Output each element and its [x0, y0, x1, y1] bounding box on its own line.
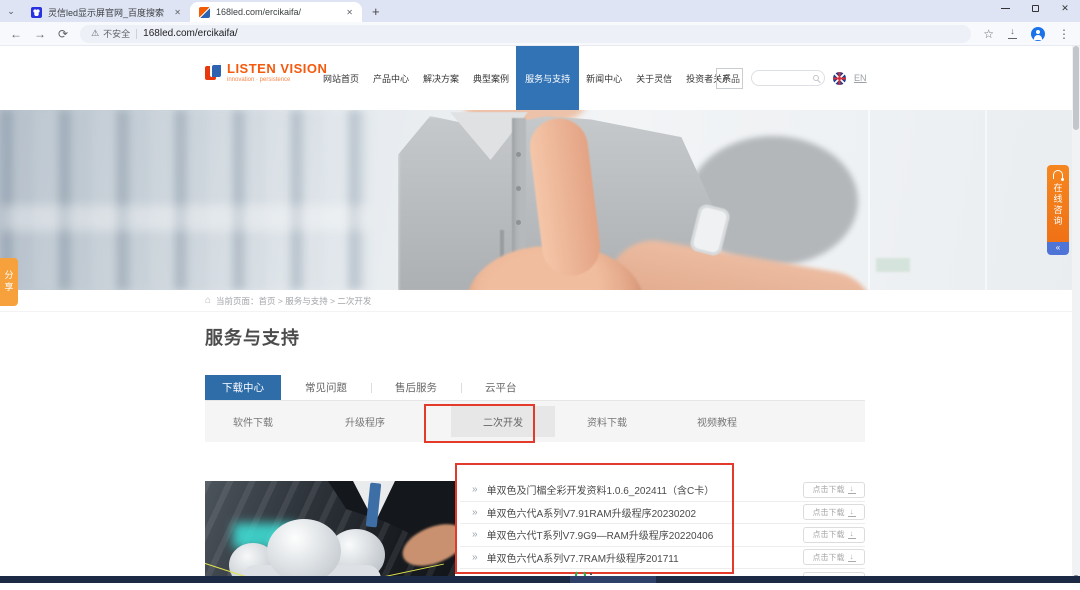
restore-icon — [1032, 5, 1039, 12]
close-window-button[interactable]: ✕ — [1050, 0, 1080, 16]
tab-title: 灵信led显示屏官网_百度搜索 — [48, 6, 167, 19]
tab-faq[interactable]: 常见问题 — [281, 375, 371, 400]
browser-menu-icon[interactable]: ⋮ — [1058, 28, 1070, 40]
section-tabs: 下载中心 常见问题 售后服务 云平台 — [205, 375, 865, 401]
url-text: 168led.com/ercikaifa/ — [143, 28, 238, 39]
main-nav: 网站首页 产品中心 解决方案 典型案例 服务与支持 新闻中心 关于灵信 投资者关… — [316, 46, 738, 110]
nav-item-cases[interactable]: 典型案例 — [466, 46, 516, 110]
tab-cloud-platform[interactable]: 云平台 — [461, 375, 541, 400]
nav-item-news[interactable]: 新闻中心 — [579, 46, 629, 110]
browser-tabstrip: ⌄ 灵信led显示屏官网_百度搜索 ✕ 168led.com/ercikaifa… — [0, 0, 1080, 22]
page-scrollbar[interactable] — [1072, 46, 1080, 583]
home-icon: ⌂ — [205, 295, 211, 306]
listenvision-favicon-icon — [199, 7, 210, 18]
download-button[interactable]: 点击下载↓ — [803, 504, 865, 520]
header-widgets: 产品 EN — [716, 46, 867, 110]
forward-button[interactable]: → — [34, 28, 46, 40]
bookmark-star-icon[interactable]: ☆ — [983, 28, 994, 40]
security-label: 不安全 — [103, 27, 130, 40]
browser-toolbar: ← → ⟳ ⚠ 不安全 168led.com/ercikaifa/ ☆ ↓ ⋮ — [0, 22, 1080, 46]
toolbar-right: ☆ ↓ ⋮ — [983, 27, 1070, 41]
subtab-materials[interactable]: 资料下载 — [587, 414, 627, 429]
baidu-favicon-icon — [31, 7, 42, 18]
site-logo[interactable]: LISTEN VISION innovation · persistence — [205, 61, 327, 83]
nav-item-home[interactable]: 网站首页 — [316, 46, 366, 110]
online-consult-widget: 在线咨询 « — [1047, 165, 1069, 255]
breadcrumb-text[interactable]: 当前页面：首页 > 服务与支持 > 二次开发 — [216, 295, 371, 307]
tab-title: 168led.com/ercikaifa/ — [216, 7, 339, 17]
logo-mark-icon — [205, 63, 222, 80]
minimize-icon — [1001, 8, 1010, 9]
download-button[interactable]: 点击下载↓ — [803, 482, 865, 498]
logo-name: LISTEN VISION — [227, 61, 327, 76]
address-separator — [136, 29, 137, 39]
download-icon: ↓ — [848, 530, 856, 539]
headset-icon — [1053, 170, 1063, 179]
page-title: 服务与支持 — [205, 324, 300, 350]
annotation-rect-list — [455, 463, 734, 574]
taskbar-highlight — [570, 576, 656, 583]
hero-banner-image — [0, 110, 1080, 290]
cloud-service-image — [205, 481, 455, 583]
tab-after-sales[interactable]: 售后服务 — [371, 375, 461, 400]
download-icon: ↓ — [848, 553, 856, 562]
address-bar[interactable]: ⚠ 不安全 168led.com/ercikaifa/ — [80, 25, 971, 43]
download-subtabs: 软件下载 升级程序 二次开发 资料下载 视频教程 — [205, 401, 865, 442]
search-icon[interactable] — [813, 75, 819, 81]
restore-button[interactable] — [1020, 0, 1050, 16]
annotation-rect-subtab — [424, 404, 535, 443]
tab-download-center[interactable]: 下载中心 — [205, 375, 281, 400]
site-header: LISTEN VISION innovation · persistence 网… — [0, 46, 1080, 110]
subtab-video[interactable]: 视频教程 — [697, 414, 737, 429]
share-label: 分享 — [3, 270, 16, 294]
reload-button[interactable]: ⟳ — [58, 28, 68, 40]
profile-avatar[interactable] — [1031, 27, 1045, 41]
tab-search-chevron-icon[interactable]: ⌄ — [0, 6, 22, 22]
subtab-upgrade[interactable]: 升级程序 — [345, 414, 385, 429]
downloads-icon[interactable]: ↓ — [1007, 28, 1018, 39]
download-arrow: ↓ — [1007, 26, 1018, 36]
language-link[interactable]: EN — [854, 73, 867, 83]
web-page: LISTEN VISION innovation · persistence 网… — [0, 46, 1080, 583]
windows-taskbar-edge — [0, 576, 1080, 583]
security-warning[interactable]: ⚠ 不安全 — [91, 27, 130, 40]
download-button-label: 点击下载 — [813, 484, 845, 495]
new-tab-button[interactable]: + — [372, 4, 380, 19]
download-button-label: 点击下载 — [813, 507, 845, 518]
download-icon: ↓ — [848, 485, 856, 494]
download-button[interactable]: 点击下载↓ — [803, 527, 865, 543]
share-tab[interactable]: 分享 — [0, 258, 18, 306]
screenshot-stage: ⌄ 灵信led显示屏官网_百度搜索 ✕ 168led.com/ercikaifa… — [0, 0, 1080, 590]
minimize-button[interactable] — [990, 0, 1020, 16]
consult-collapse-button[interactable]: « — [1047, 242, 1069, 255]
download-button-label: 点击下载 — [813, 552, 845, 563]
browser-tab-168led[interactable]: 168led.com/ercikaifa/ ✕ — [190, 2, 362, 22]
breadcrumb: ⌂ 当前页面：首页 > 服务与支持 > 二次开发 — [0, 290, 1080, 312]
download-icon: ↓ — [848, 508, 856, 517]
nav-item-products[interactable]: 产品中心 — [366, 46, 416, 110]
back-button[interactable]: ← — [10, 28, 22, 40]
site-search — [751, 70, 825, 86]
download-button[interactable]: 点击下载↓ — [803, 549, 865, 565]
nav-item-solutions[interactable]: 解决方案 — [416, 46, 466, 110]
tab-close-icon[interactable]: ✕ — [346, 8, 353, 17]
nav-item-about[interactable]: 关于灵信 — [629, 46, 679, 110]
search-category-select[interactable]: 产品 — [716, 68, 743, 89]
consult-label: 在线咨询 — [1052, 183, 1065, 227]
logo-tagline: innovation · persistence — [227, 77, 327, 83]
warning-icon: ⚠ — [91, 28, 99, 39]
scrollbar-thumb[interactable] — [1073, 46, 1079, 130]
online-consult-button[interactable]: 在线咨询 — [1047, 165, 1069, 242]
nav-item-service-support[interactable]: 服务与支持 — [516, 46, 579, 110]
tab-close-icon[interactable]: ✕ — [174, 8, 181, 17]
uk-flag-icon[interactable] — [833, 72, 846, 85]
download-button-label: 点击下载 — [813, 529, 845, 540]
browser-tab-baidu[interactable]: 灵信led显示屏官网_百度搜索 ✕ — [22, 2, 190, 22]
subtab-software[interactable]: 软件下载 — [233, 414, 273, 429]
window-controls: ✕ — [990, 0, 1080, 16]
